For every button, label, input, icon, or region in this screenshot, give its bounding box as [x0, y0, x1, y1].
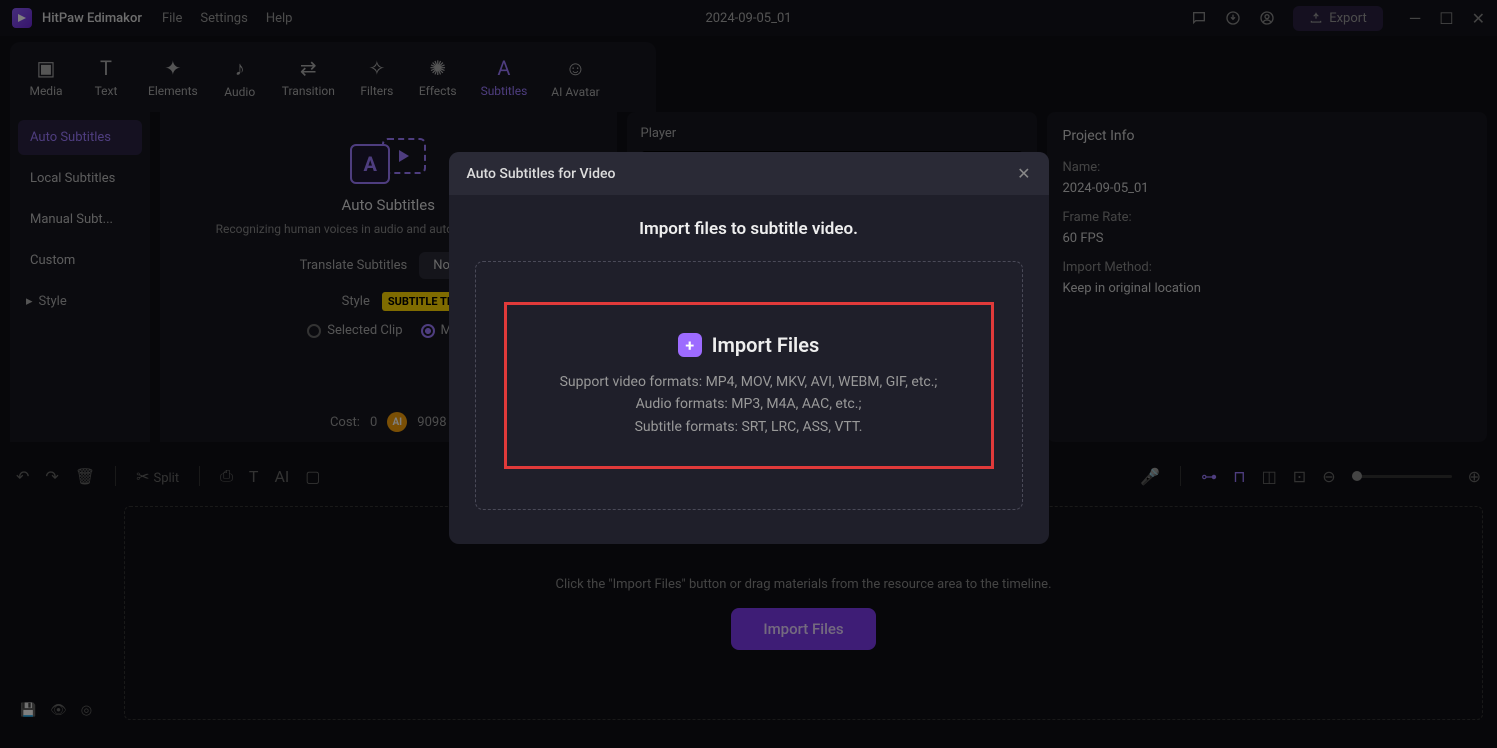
supported-subtitle-formats: Subtitle formats: SRT, LRC, ASS, VTT. [549, 416, 949, 438]
supported-video-formats: Support video formats: MP4, MOV, MKV, AV… [549, 371, 949, 393]
import-dropzone[interactable]: + Import Files Support video formats: MP… [475, 261, 1023, 510]
modal-close-button[interactable]: ✕ [1017, 164, 1030, 183]
plus-icon: + [678, 333, 702, 357]
import-files-title: Import Files [712, 333, 820, 357]
import-highlight-box: + Import Files Support video formats: MP… [504, 302, 994, 469]
import-modal: Auto Subtitles for Video ✕ Import files … [449, 152, 1049, 544]
modal-overlay: Auto Subtitles for Video ✕ Import files … [0, 0, 1497, 748]
modal-heading: Import files to subtitle video. [475, 219, 1023, 239]
modal-header: Auto Subtitles for Video ✕ [449, 152, 1049, 195]
modal-title: Auto Subtitles for Video [467, 166, 616, 182]
supported-audio-formats: Audio formats: MP3, M4A, AAC, etc.; [549, 393, 949, 415]
